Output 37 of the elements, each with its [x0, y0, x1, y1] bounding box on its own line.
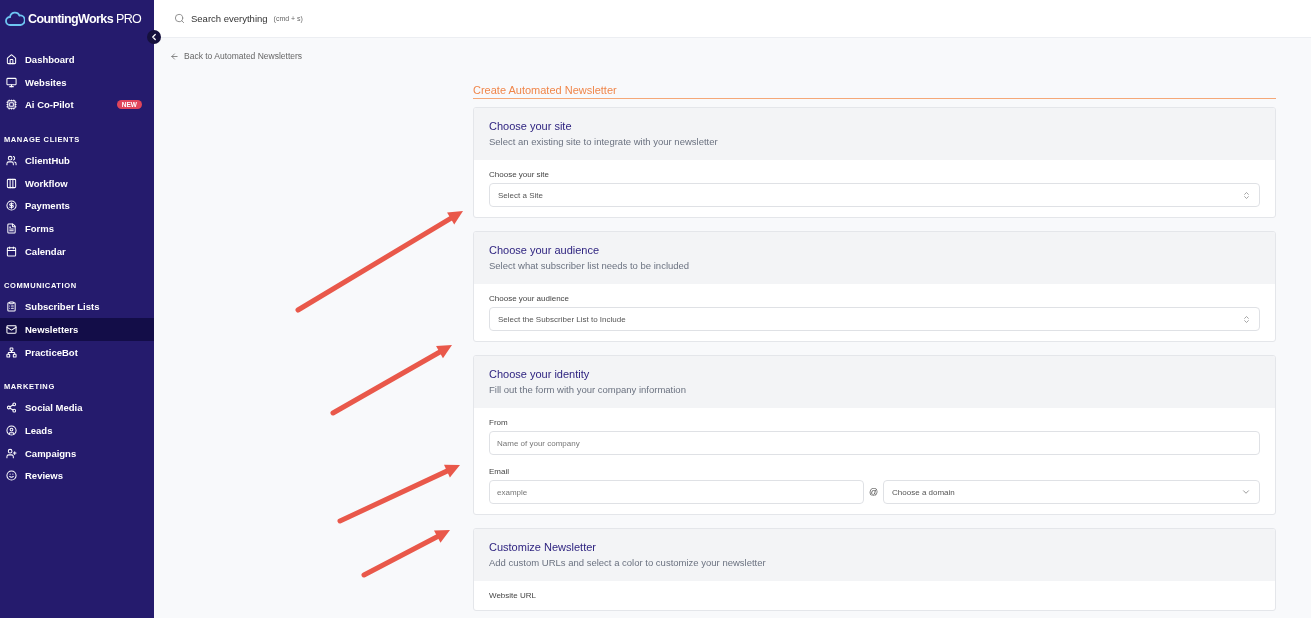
nav-item[interactable]: Campaigns — [0, 441, 154, 465]
page-title: Create Automated Newsletter — [473, 84, 1276, 99]
nav-item[interactable]: Leads — [0, 419, 154, 442]
nav-item[interactable]: PracticeBot — [0, 340, 154, 364]
back-link[interactable]: Back to Automated Newsletters — [170, 51, 303, 61]
brand-name: CountingWorks PRO — [28, 12, 142, 26]
nav-item[interactable]: Forms — [0, 217, 154, 240]
select-field[interactable]: Select a Site — [489, 183, 1260, 207]
field-label: Choose your audience — [489, 294, 571, 303]
field-label: Email — [489, 467, 510, 476]
field-label: Choose your site — [489, 170, 551, 179]
nav-item[interactable]: Social Media — [0, 396, 154, 420]
card-title: Choose your identity — [489, 368, 591, 380]
input-field[interactable]: example — [489, 480, 864, 504]
select-field[interactable]: Choose a domain — [883, 480, 1260, 504]
card-title: Choose your audience — [489, 244, 601, 256]
nav-item[interactable]: Calendar — [0, 239, 154, 263]
search-placeholder[interactable]: Search everything — [191, 13, 268, 24]
nav-item[interactable]: Reviews — [0, 464, 154, 488]
card-subtitle: Fill out the form with your company information — [489, 384, 687, 395]
card-title: Customize Newsletter — [489, 541, 597, 553]
card-subtitle: Select an existing site to integrate with your newsletter — [489, 136, 719, 147]
at-sign: @ — [868, 487, 879, 497]
field-label: From — [489, 418, 509, 427]
nav-item[interactable]: Subscriber Lists — [0, 295, 154, 319]
field-label: Website URL — [489, 591, 537, 600]
nav-item[interactable]: Newsletters — [0, 318, 154, 341]
nav-item[interactable]: ClientHub — [0, 149, 154, 172]
nav-item[interactable]: Dashboard — [0, 48, 154, 71]
card-subtitle: Add custom URLs and select a color to customize your newsletter — [489, 557, 767, 568]
nav-item[interactable]: Payments — [0, 194, 154, 218]
card-title: Choose your site — [489, 120, 573, 132]
input-field[interactable]: Name of your company — [489, 431, 1260, 455]
nav-item[interactable]: Websites — [0, 70, 154, 94]
select-field[interactable]: Select the Subscriber List to Include — [489, 307, 1260, 331]
nav-item[interactable]: Workflow — [0, 171, 154, 195]
card-subtitle: Select what subscriber list needs to be included — [489, 260, 691, 271]
